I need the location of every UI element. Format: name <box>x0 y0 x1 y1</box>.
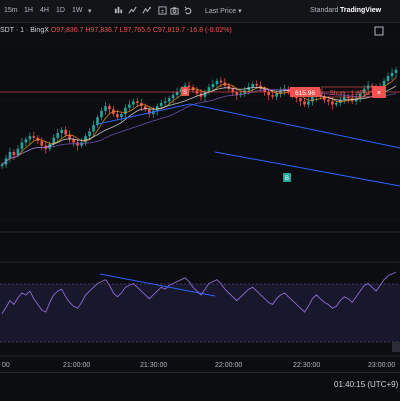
candle-body <box>307 101 310 105</box>
candle-body <box>120 114 123 118</box>
time-axis-label: 00 <box>2 362 10 369</box>
candle-body <box>32 136 36 138</box>
candle-body <box>163 101 167 103</box>
candle-body <box>267 91 270 96</box>
candle-body <box>171 95 175 99</box>
candle-body <box>271 95 274 97</box>
candle-body <box>100 110 103 118</box>
chart-settings-icon[interactable] <box>374 26 384 36</box>
candle-body <box>159 102 163 107</box>
candle-body <box>390 72 394 77</box>
candles-layer <box>0 67 398 169</box>
candle-body <box>116 114 119 118</box>
trend-line-lower[interactable] <box>214 151 400 187</box>
candle-body <box>104 106 107 111</box>
candle-body <box>128 104 131 108</box>
candle-body <box>327 99 330 102</box>
candle-body <box>88 131 91 137</box>
candle-body <box>40 140 44 146</box>
candle-body <box>136 101 139 103</box>
candle-body <box>12 151 16 156</box>
status-bar: 01:40:15 (UTC+9) <box>0 372 400 401</box>
candle-body <box>0 164 4 167</box>
time-axis-label: 21:00:00 <box>63 362 90 369</box>
clock: 01:40:15 (UTC+9) <box>334 380 399 389</box>
price-chart[interactable]: 615.96 Short · 1.6751 × S B 00 21:00:00 … <box>0 0 400 372</box>
candle-body <box>60 129 63 133</box>
candle-body <box>211 84 215 88</box>
candle-body <box>215 80 219 85</box>
time-axis-label: 22:00:00 <box>215 362 242 369</box>
rsi-value-tag <box>392 342 400 352</box>
chart-grid <box>0 39 400 221</box>
candle-body <box>394 69 398 73</box>
candle-body <box>386 76 390 81</box>
ma-slow-line <box>1 89 397 165</box>
candle-body <box>24 139 28 143</box>
trend-line-upper-right[interactable] <box>189 103 400 149</box>
time-axis-label: 22:30:00 <box>293 362 320 369</box>
candle-body <box>251 84 255 88</box>
ma-mid-line <box>1 85 397 165</box>
candle-body <box>108 106 111 110</box>
candle-body <box>175 91 179 96</box>
candle-body <box>187 85 191 88</box>
time-axis-label: 21:30:00 <box>140 362 167 369</box>
time-axis-label: 23:00:00 <box>368 362 395 369</box>
buy-marker-label: B <box>285 176 289 182</box>
candle-body <box>8 151 12 159</box>
candle-body <box>219 80 223 83</box>
sell-marker-label: S <box>183 90 187 96</box>
candle-body <box>335 102 338 105</box>
candle-body <box>275 93 278 97</box>
candle-body <box>132 101 135 105</box>
candle-body <box>299 98 302 102</box>
candle-body <box>28 136 32 140</box>
candle-body <box>255 84 259 86</box>
candle-body <box>167 98 171 102</box>
short-label: Short · 1.6751 <box>329 90 371 97</box>
price-tag: 615.96 <box>295 90 315 97</box>
candle-body <box>64 129 67 135</box>
candle-body <box>56 133 60 138</box>
close-icon: × <box>377 90 381 97</box>
candle-body <box>124 107 127 115</box>
candle-body <box>231 88 235 92</box>
candle-body <box>20 142 24 149</box>
candle-body <box>92 125 95 132</box>
candle-body <box>331 101 334 105</box>
candle-body <box>303 101 306 105</box>
